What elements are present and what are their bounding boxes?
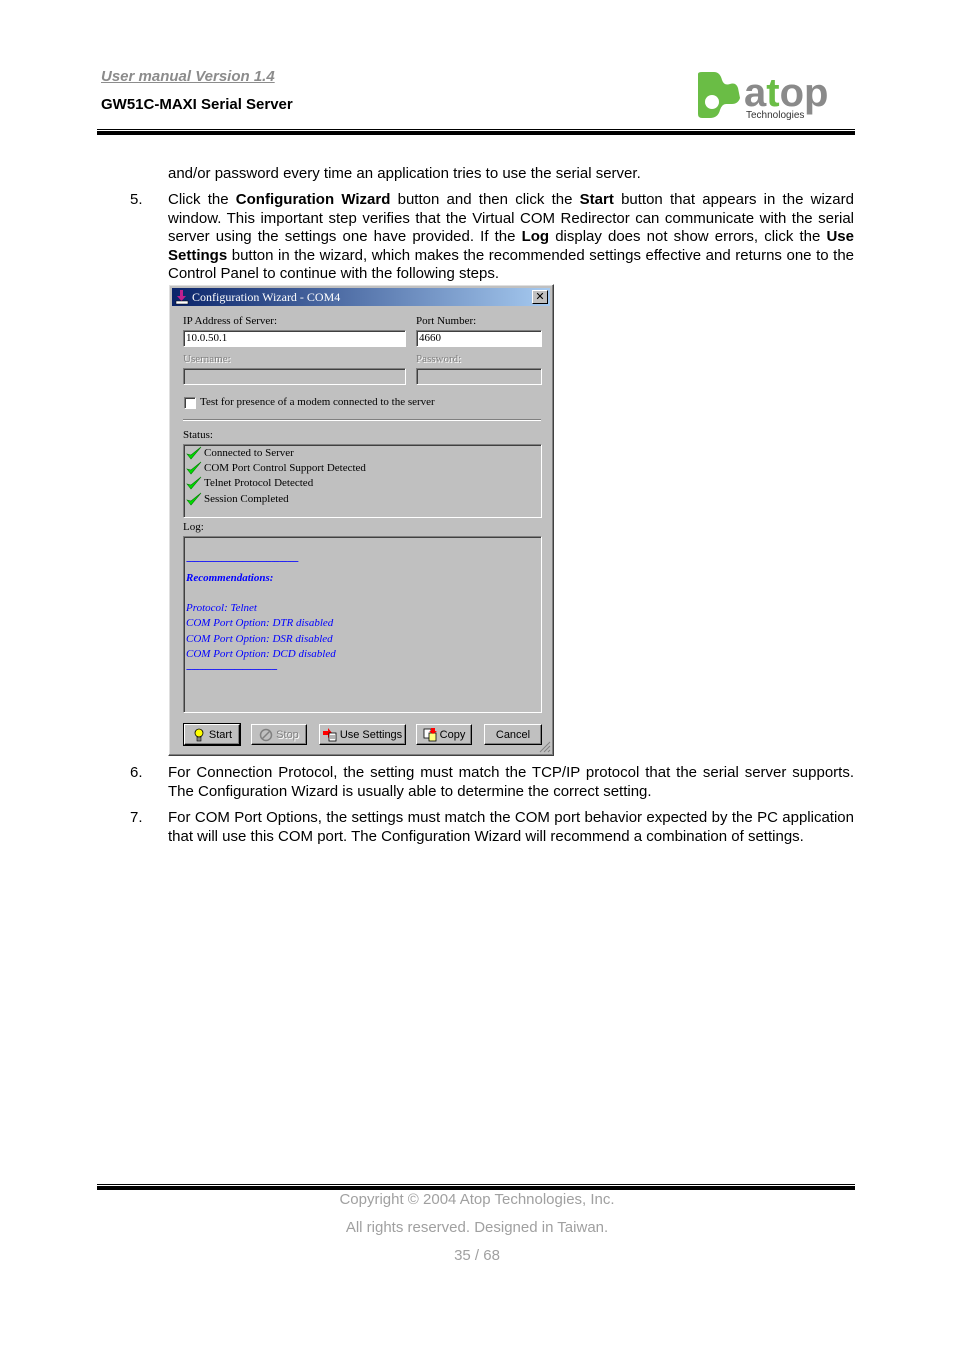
ip-address-input[interactable]: 10.0.50.1 [183, 330, 406, 347]
step-6-text: For Connection Protocol, the setting mus… [168, 764, 854, 800]
logo-subtext: Technologies [746, 110, 804, 121]
close-button[interactable]: ✕ [532, 290, 548, 304]
log-line: ---------------------------------- [186, 663, 278, 675]
footer-rule [97, 1184, 855, 1185]
use-settings-button[interactable]: Use Settings [319, 724, 406, 745]
copy-icon [423, 727, 437, 741]
header-product: GW51C-MAXI Serial Server [101, 96, 293, 113]
configuration-wizard-dialog: Configuration Wizard - COM4 ✕ IP Address… [168, 284, 554, 756]
copy-button[interactable]: Copy [416, 724, 472, 745]
dialog-titlebar[interactable]: Configuration Wizard - COM4 ✕ [172, 288, 550, 306]
modem-test-checkbox[interactable] [184, 397, 196, 409]
modem-test-label[interactable]: Test for presence of a modem connected t… [200, 396, 435, 408]
step-5-number: 5. [130, 191, 143, 208]
log-line: Protocol: Telnet [186, 602, 257, 614]
page-number: 35 / 68 [454, 1247, 500, 1264]
header-rule [97, 129, 855, 130]
port-number-label: Port Number: [416, 315, 477, 327]
log-label: Log: [183, 521, 204, 533]
stop-icon [259, 728, 273, 741]
log-box[interactable]: ----------------------------------------… [183, 536, 542, 713]
atop-logo: atop Technologies [698, 71, 828, 121]
ip-address-label: IP Address of Server: [183, 315, 277, 327]
step-6-number: 6. [130, 764, 143, 781]
footer-rights: All rights reserved. Designed in Taiwan. [345, 1219, 609, 1236]
dialog-title: Configuration Wizard - COM4 [192, 290, 341, 304]
status-label: Status: [183, 429, 213, 441]
checkmark-icon [186, 461, 202, 475]
step-7-number: 7. [130, 809, 143, 826]
log-line: Recommendations: [186, 572, 274, 584]
section-divider [183, 419, 541, 421]
log-line: ----------------------------------------… [186, 555, 299, 567]
apply-settings-icon [322, 727, 337, 741]
checkmark-icon [186, 492, 202, 506]
header-rule-thick [97, 131, 855, 135]
lightbulb-icon [194, 728, 204, 741]
password-label: Password: [416, 353, 462, 365]
checkmark-icon [186, 446, 202, 460]
stop-button[interactable]: Stop [251, 724, 307, 745]
step-5-text: Click the Configuration Wizard button an… [168, 191, 854, 282]
start-button[interactable]: Start [183, 723, 241, 746]
logo-text: atop [744, 71, 828, 115]
app-download-icon [175, 290, 189, 305]
resize-grip-icon[interactable] [539, 741, 551, 753]
footer-rule-thick [97, 1186, 855, 1190]
cancel-button[interactable]: Cancel [484, 724, 542, 745]
password-input[interactable] [416, 368, 542, 385]
log-line: COM Port Option: DSR disabled [186, 633, 333, 645]
checkmark-icon [186, 476, 202, 490]
logo-mark-icon [698, 72, 740, 118]
log-line: COM Port Option: DCD disabled [186, 648, 336, 660]
step-7-text: For COM Port Options, the settings must … [168, 809, 854, 845]
username-input[interactable] [183, 368, 406, 385]
port-number-input[interactable]: 4660 [416, 330, 542, 347]
username-label: Username: [183, 353, 231, 365]
intro-continuation: and/or password every time an applicatio… [168, 165, 641, 182]
header-version: User manual Version 1.4 [101, 68, 275, 85]
status-list: Connected to Server COM Port Control Sup… [183, 444, 542, 518]
footer-copyright: Copyright © 2004 Atop Technologies, Inc. [339, 1191, 615, 1208]
log-line: COM Port Option: DTR disabled [186, 617, 334, 629]
